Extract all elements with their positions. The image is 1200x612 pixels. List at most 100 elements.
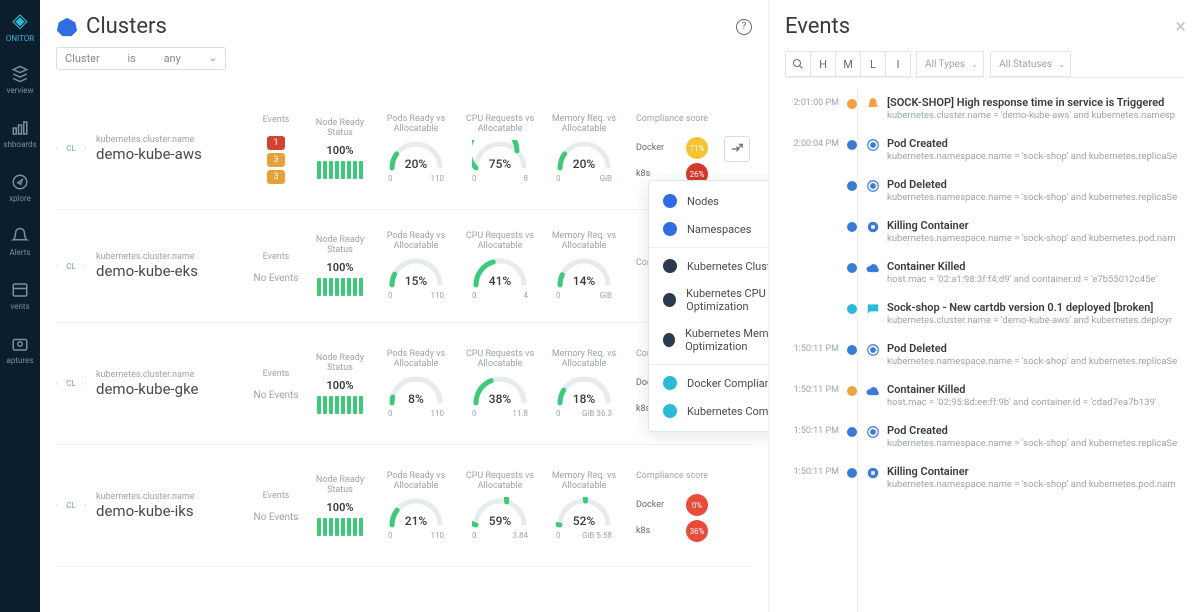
search-button[interactable]: [785, 51, 811, 77]
drilldown-popup: NodesNamespaces Kubernetes Cluster Overv…: [648, 180, 768, 432]
event-dot-icon: [847, 263, 857, 273]
event-type-icon: [865, 260, 881, 276]
nav-events[interactable]: vents: [10, 281, 29, 311]
event-time: [785, 219, 845, 244]
sev-i-button[interactable]: I: [885, 51, 911, 77]
drilldown-button[interactable]: [724, 136, 750, 162]
event-item[interactable]: 1:50:11 PM Pod Created kubernetes.namesp…: [785, 416, 1184, 457]
logo-icon: ◈: [12, 8, 27, 32]
popup-item[interactable]: Nodes: [649, 187, 768, 215]
event-item[interactable]: 1:50:11 PM Container Killed host.mac = '…: [785, 375, 1184, 416]
cluster-name: demo-kube-eks: [96, 262, 246, 280]
event-item[interactable]: 2:00:04 PM Pod Created kubernetes.namesp…: [785, 129, 1184, 170]
no-events-label: No Events: [254, 390, 299, 402]
col-header: Memory Req. vs Allocatable: [548, 232, 620, 252]
event-item[interactable]: Container Killed host.mac = '02:a1:98:3f…: [785, 252, 1184, 293]
col-header: Events: [263, 248, 290, 268]
event-title: Killing Container: [887, 465, 1184, 478]
popup-item[interactable]: Kubernetes Cluster Overview: [649, 252, 768, 280]
cluster-name: demo-kube-aws: [96, 145, 246, 163]
cluster-filter[interactable]: Cluster is any ⌄: [56, 47, 226, 70]
col-header: Memory Req. vs Allocatable: [548, 115, 620, 135]
nav-dashboards[interactable]: shboards: [3, 119, 36, 149]
event-time: 1:50:11 PM: [785, 465, 845, 490]
event-dot-icon: [847, 386, 857, 396]
event-title: Sock-shop - New cartdb version 0.1 deplo…: [887, 301, 1184, 314]
compliance-label: Docker: [636, 500, 664, 510]
event-item[interactable]: Sock-shop - New cartdb version 0.1 deplo…: [785, 293, 1184, 334]
events-panel: × Events H M L I All Types⌄ All Statuses…: [768, 0, 1200, 612]
sev-h-button[interactable]: H: [810, 51, 836, 77]
event-item[interactable]: 2:01:00 PM [SOCK-SHOP] High response tim…: [785, 88, 1184, 129]
event-type-icon: [865, 178, 881, 194]
event-time: [785, 260, 845, 285]
col-header: Pods Ready vs Allocatable: [380, 232, 452, 252]
event-type-icon: [865, 465, 881, 481]
event-dot-icon: [847, 181, 857, 191]
event-title: Container Killed: [887, 383, 1184, 396]
col-header: Pods Ready vs Allocatable: [380, 472, 452, 492]
cluster-badge-icon: CL: [56, 369, 86, 399]
types-select[interactable]: All Types⌄: [916, 51, 984, 77]
popup-item[interactable]: Kubernetes Memory Allocation Optimizatio…: [649, 320, 768, 360]
cluster-subtitle: kubernetes.cluster.name: [96, 252, 246, 262]
chevron-down-icon: ⌄: [209, 53, 217, 64]
event-time: 2:00:04 PM: [785, 137, 845, 162]
event-item[interactable]: 1:50:11 PM Killing Container kubernetes.…: [785, 457, 1184, 498]
event-title: Pod Created: [887, 137, 1184, 150]
events-title: Events: [785, 14, 1184, 39]
event-time: [785, 178, 845, 203]
nav-alerts[interactable]: Alerts: [9, 227, 30, 257]
col-header: CPU Requests vs Allocatable: [464, 350, 536, 370]
event-item[interactable]: Killing Container kubernetes.namespace.n…: [785, 211, 1184, 252]
col-header: Compliance score: [636, 467, 708, 487]
compliance-label: k8s: [636, 526, 650, 536]
col-header: Node Ready Status: [312, 119, 368, 139]
sev-l-button[interactable]: L: [860, 51, 886, 77]
event-item[interactable]: 1:50:11 PM Pod Deleted kubernetes.namesp…: [785, 334, 1184, 375]
popup-item[interactable]: Namespaces: [649, 215, 768, 243]
popup-item[interactable]: Docker Compliance Report: [649, 369, 768, 397]
statuses-select[interactable]: All Statuses⌄: [990, 51, 1071, 77]
cluster-row[interactable]: CL kubernetes.cluster.name demo-kube-iks…: [56, 445, 752, 567]
event-desc: kubernetes.namespace.name = 'sock-shop' …: [887, 151, 1184, 162]
close-icon[interactable]: ×: [1175, 14, 1186, 38]
nav-explore[interactable]: xplore: [9, 173, 31, 203]
ready-bars-icon: [317, 278, 363, 296]
sev-m-button[interactable]: M: [835, 51, 861, 77]
event-count-badge: 3: [267, 153, 285, 167]
event-type-icon: [865, 424, 881, 440]
col-header: Memory Req. vs Allocatable: [548, 472, 620, 492]
event-time: 1:50:11 PM: [785, 424, 845, 449]
event-item[interactable]: Pod Deleted kubernetes.namespace.name = …: [785, 170, 1184, 211]
col-header: Pods Ready vs Allocatable: [380, 115, 452, 135]
event-title: Pod Deleted: [887, 342, 1184, 355]
cluster-subtitle: kubernetes.cluster.name: [96, 492, 246, 502]
clusters-panel: Clusters ? Cluster is any ⌄ CL kubernete…: [40, 0, 768, 612]
event-desc: kubernetes.namespace.name = 'sock-shop' …: [887, 479, 1184, 490]
kubernetes-icon: [56, 16, 78, 38]
event-time: [785, 301, 845, 326]
event-title: Container Killed: [887, 260, 1184, 273]
popup-item-icon: [663, 376, 677, 390]
no-events-label: No Events: [254, 512, 299, 524]
pods-gauge: 8%: [388, 375, 444, 407]
cluster-subtitle: kubernetes.cluster.name: [96, 135, 246, 145]
help-icon[interactable]: ?: [736, 19, 752, 35]
col-header: Events: [263, 365, 290, 385]
cluster-name: demo-kube-iks: [96, 502, 246, 520]
event-dot-icon: [847, 140, 857, 150]
event-dot-icon: [847, 468, 857, 478]
col-header: CPU Requests vs Allocatable: [464, 115, 536, 135]
event-count-badge: 3: [267, 170, 285, 184]
page-title: Clusters: [86, 14, 167, 39]
mem-gauge: 20%: [556, 140, 612, 172]
mem-gauge: 52%: [556, 497, 612, 529]
cpu-gauge: 41%: [472, 257, 528, 289]
popup-item[interactable]: Kubernetes Compliance Report: [649, 397, 768, 425]
pods-gauge: 15%: [388, 257, 444, 289]
nav-overview[interactable]: verview: [7, 65, 34, 95]
popup-item[interactable]: Kubernetes CPU Allocation Optimization: [649, 280, 768, 320]
nav-captures[interactable]: aptures: [7, 335, 34, 365]
event-type-icon: [865, 96, 881, 112]
